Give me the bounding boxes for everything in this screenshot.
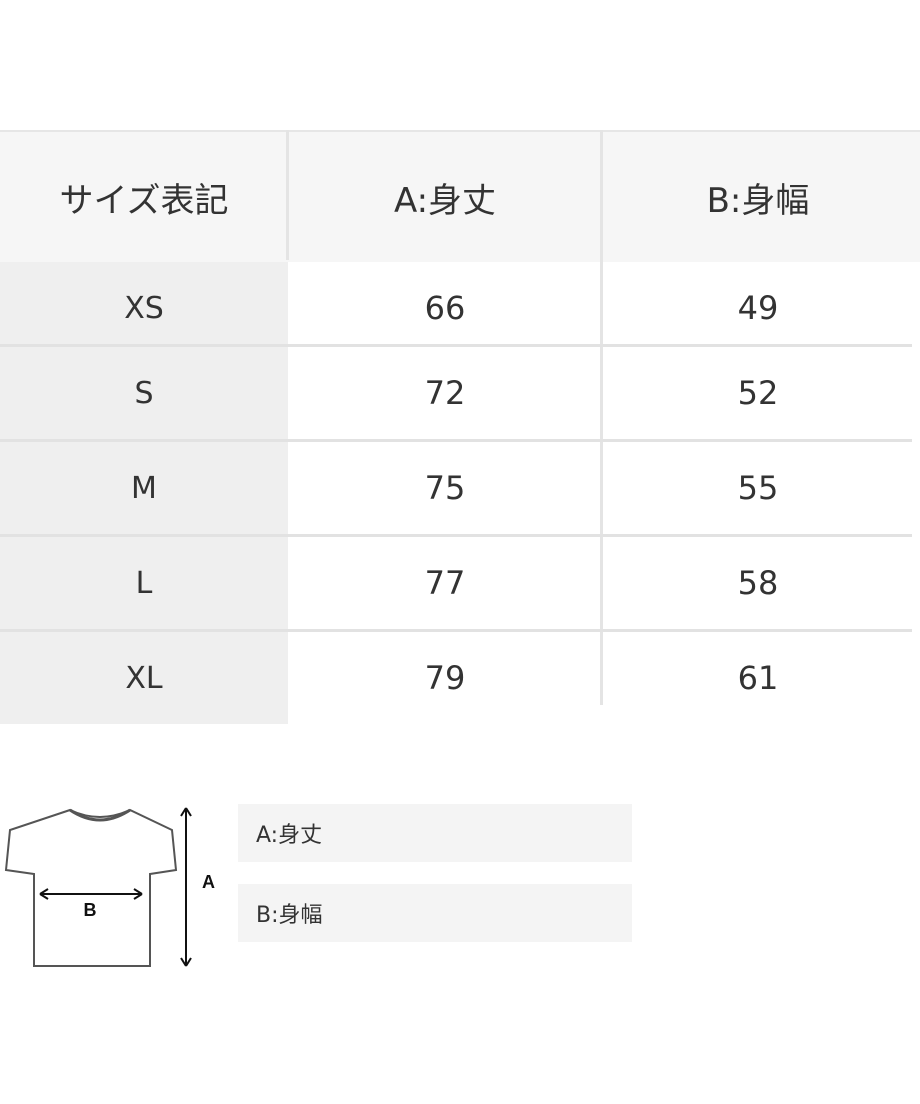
length-value: 75	[424, 469, 466, 507]
size-table: サイズ表記 A:身丈 B:身幅 XS 66 49 S 72 52 M 75 55…	[0, 130, 920, 724]
table-header-row: サイズ表記 A:身丈 B:身幅	[0, 130, 920, 262]
table-row: S 72 52	[0, 347, 920, 439]
size-label: XS	[0, 262, 288, 354]
header-a-length: A:身丈	[393, 180, 497, 221]
length-marker: A	[202, 872, 215, 892]
header-b-width: B:身幅	[706, 180, 810, 221]
size-label: S	[0, 347, 288, 439]
width-value: 61	[737, 659, 779, 697]
size-label: L	[0, 537, 288, 629]
table-row: XL 79 61	[0, 632, 920, 724]
width-value: 52	[737, 374, 779, 412]
table-row: M 75 55	[0, 442, 920, 534]
length-value: 72	[424, 374, 466, 412]
legend-item-a: A:身丈	[238, 804, 632, 862]
width-value: 55	[737, 469, 779, 507]
tshirt-diagram: B A	[4, 807, 215, 967]
size-label: M	[0, 442, 288, 534]
legend-item-b: B:身幅	[238, 884, 632, 942]
length-value: 79	[424, 659, 466, 697]
width-value: 58	[737, 564, 779, 602]
width-value: 49	[737, 289, 779, 327]
header-divider	[286, 130, 289, 260]
measurement-legend: B A A:身丈 B:身幅	[0, 780, 920, 980]
header-size: サイズ表記	[59, 180, 229, 221]
length-value: 77	[424, 564, 466, 602]
table-row: XS 66 49	[0, 262, 920, 354]
tshirt-outline	[4, 808, 178, 967]
width-marker: B	[84, 900, 97, 920]
table-row: L 77 58	[0, 537, 920, 629]
length-value: 66	[424, 289, 466, 327]
size-label: XL	[0, 632, 288, 724]
